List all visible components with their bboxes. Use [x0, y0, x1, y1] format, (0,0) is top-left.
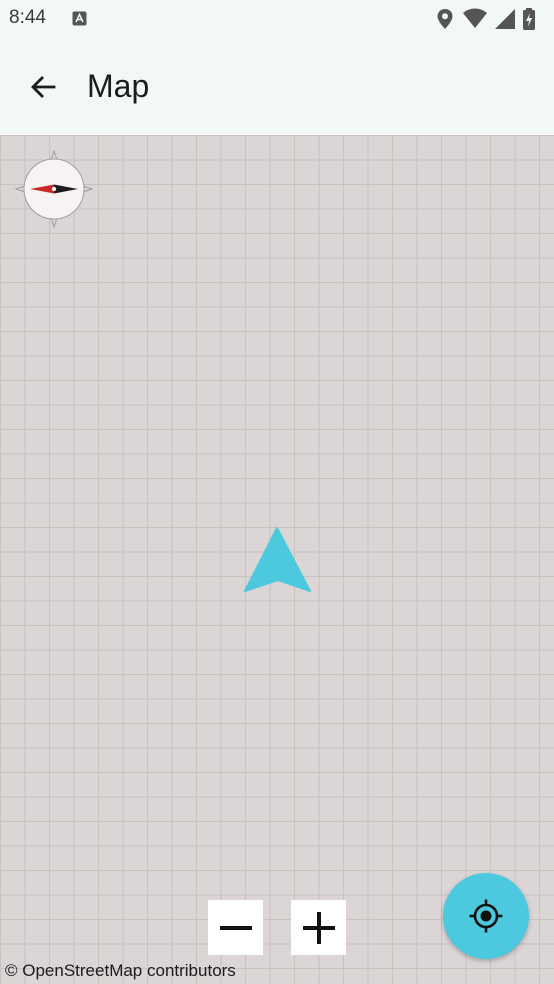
- back-button[interactable]: [18, 62, 68, 112]
- page-title: Map: [87, 68, 150, 104]
- app-bar: Map: [0, 38, 554, 135]
- zoom-in-button[interactable]: [291, 900, 346, 955]
- wifi-icon: [463, 8, 487, 28]
- app-notification-icon: [72, 11, 87, 31]
- location-icon: [437, 9, 453, 29]
- arrow-back-icon: [31, 76, 56, 98]
- minus-icon: [219, 925, 252, 930]
- map-view[interactable]: © OpenStreetMap contributors: [0, 135, 554, 984]
- zoom-out-button[interactable]: [208, 900, 263, 955]
- map-attribution: © OpenStreetMap contributors: [5, 961, 236, 980]
- compass-icon: [14, 149, 94, 229]
- status-time: 8:44: [9, 7, 46, 28]
- navigation-arrow-icon: [244, 527, 311, 592]
- map-screen: 8:44 Map © OpenStreetMap contributors: [0, 0, 554, 984]
- status-icons: [436, 8, 546, 30]
- my-location-icon: [469, 899, 503, 933]
- signal-icon: [495, 9, 515, 29]
- status-bar: 8:44: [0, 0, 554, 38]
- compass-button[interactable]: [14, 149, 94, 229]
- plus-icon: [302, 911, 335, 944]
- battery-icon: [523, 8, 535, 30]
- my-location-button[interactable]: [443, 873, 529, 959]
